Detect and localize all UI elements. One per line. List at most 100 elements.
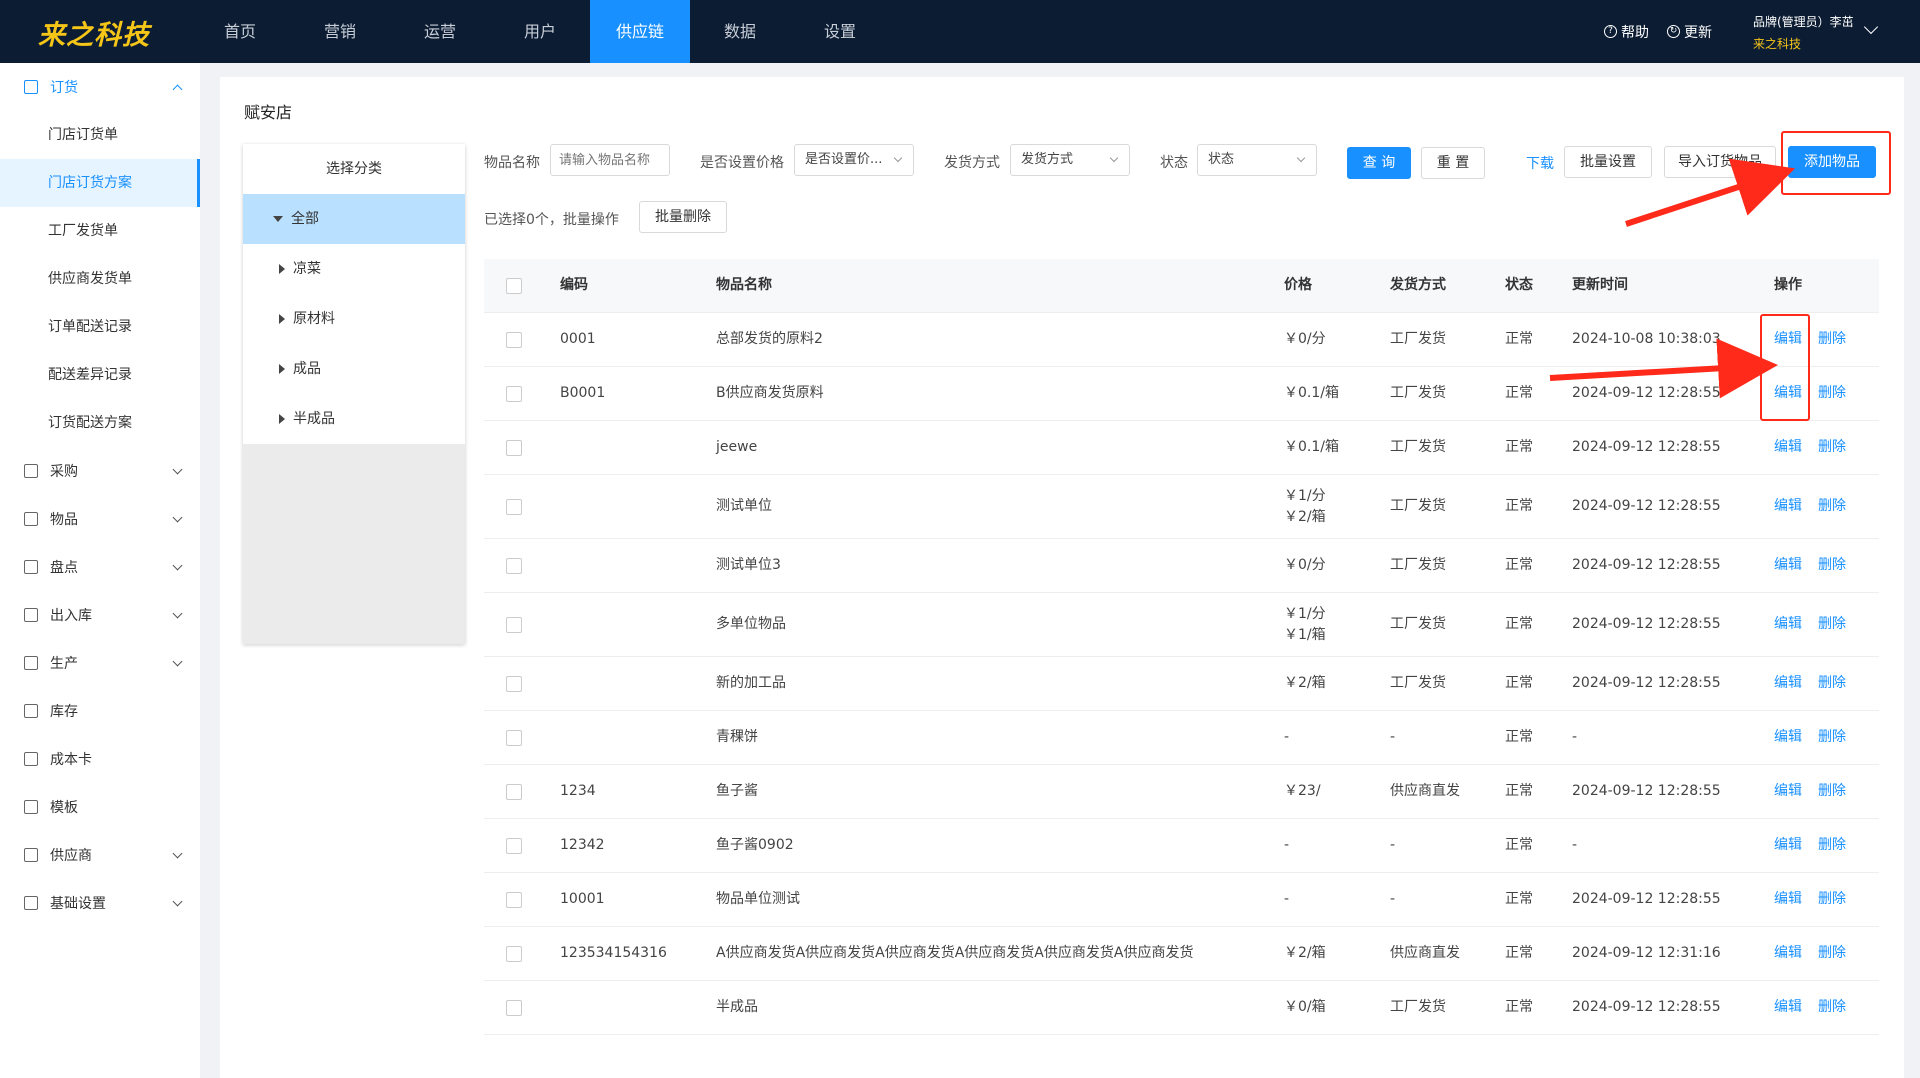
delete-link[interactable]: 删除 (1818, 383, 1846, 404)
sidebar-sub-supplier-shipment[interactable]: 供应商发货单 (0, 255, 200, 303)
edit-link[interactable]: 编辑 (1774, 555, 1802, 576)
batch-set-button[interactable]: 批量设置 (1564, 146, 1652, 178)
row-ops: 编辑 删除 (1774, 981, 1846, 1034)
price-set-select[interactable]: 是否设置价... (794, 144, 914, 176)
sidebar-sub-factory-shipment[interactable]: 工厂发货单 (0, 207, 200, 255)
import-items-button[interactable]: 导入订货物品 (1664, 146, 1776, 178)
table-row: 123534154316 A供应商发货A供应商发货A供应商发货A供应商发货A供应… (484, 927, 1879, 981)
edit-link[interactable]: 编辑 (1774, 383, 1802, 404)
row-checkbox[interactable] (506, 616, 522, 633)
sidebar-item-inventory-check[interactable]: 盘点 (0, 543, 200, 591)
batch-delete-button[interactable]: 批量删除 (639, 201, 727, 233)
sidebar-sub-store-order[interactable]: 门店订货单 (0, 111, 200, 159)
sidebar-item-cost-card[interactable]: 成本卡 (0, 735, 200, 783)
delete-link[interactable]: 删除 (1818, 329, 1846, 350)
row-checkbox[interactable] (506, 891, 522, 908)
user-menu[interactable]: 品牌(管理员）李茁 来之科技 (1753, 11, 1854, 55)
edit-link[interactable]: 编辑 (1774, 673, 1802, 694)
sidebar-item-goods[interactable]: 物品 (0, 495, 200, 543)
delete-link[interactable]: 删除 (1818, 727, 1846, 748)
chevron-down-icon (172, 464, 183, 475)
row-checkbox[interactable] (506, 945, 522, 962)
sidebar-item-order[interactable]: 订货 (0, 63, 200, 111)
chevron-down-icon[interactable] (1863, 19, 1879, 35)
production-icon (24, 656, 38, 670)
row-price: ￥0.1/箱 (1284, 439, 1339, 455)
sidebar-item-label: 模板 (50, 800, 78, 816)
update-button[interactable]: ↻ 更新 (1667, 22, 1712, 42)
status-select[interactable]: 状态 (1197, 144, 1317, 176)
ship-method-label: 发货方式 (944, 155, 1000, 171)
edit-link[interactable]: 编辑 (1774, 889, 1802, 910)
nav-marketing[interactable]: 营销 (290, 0, 390, 63)
row-name: 测试单位 (716, 498, 772, 514)
category-finished[interactable]: 成品 (243, 344, 465, 394)
edit-link[interactable]: 编辑 (1774, 614, 1802, 635)
brand-logo[interactable]: 来之科技 (38, 13, 150, 52)
add-item-button[interactable]: 添加物品 (1788, 146, 1876, 178)
ship-method-select[interactable]: 发货方式 (1010, 144, 1130, 176)
edit-link[interactable]: 编辑 (1774, 437, 1802, 458)
nav-supply-chain[interactable]: 供应链 (590, 0, 690, 63)
sidebar-sub-store-order-plan[interactable]: 门店订货方案 (0, 159, 200, 207)
category-raw-material[interactable]: 原材料 (243, 294, 465, 344)
sidebar-item-basic-settings[interactable]: 基础设置 (0, 879, 200, 927)
item-name-input[interactable] (550, 144, 670, 176)
delete-link[interactable]: 删除 (1818, 781, 1846, 802)
sidebar-item-stock[interactable]: 库存 (0, 687, 200, 735)
row-ship: - (1390, 729, 1396, 745)
edit-link[interactable]: 编辑 (1774, 997, 1802, 1018)
row-checkbox[interactable] (506, 837, 522, 854)
nav-users[interactable]: 用户 (490, 0, 590, 63)
row-checkbox[interactable] (506, 999, 522, 1016)
category-semi-finished[interactable]: 半成品 (243, 394, 465, 444)
category-title: 选择分类 (243, 144, 465, 194)
download-link[interactable]: 下载 (1526, 153, 1554, 173)
row-checkbox[interactable] (506, 675, 522, 692)
sidebar-sub-delivery-plan[interactable]: 订货配送方案 (0, 399, 200, 447)
nav-home[interactable]: 首页 (190, 0, 290, 63)
category-label: 原材料 (293, 311, 335, 327)
nav-operations[interactable]: 运营 (390, 0, 490, 63)
sidebar-sub-delivery-diff[interactable]: 配送差异记录 (0, 351, 200, 399)
sidebar-sub-delivery-record[interactable]: 订单配送记录 (0, 303, 200, 351)
delete-link[interactable]: 删除 (1818, 673, 1846, 694)
row-checkbox[interactable] (506, 331, 522, 348)
row-ops: 编辑 删除 (1774, 711, 1846, 764)
category-all[interactable]: 全部 (243, 194, 465, 244)
row-price: - (1284, 891, 1290, 907)
delete-link[interactable]: 删除 (1818, 835, 1846, 856)
delete-link[interactable]: 删除 (1818, 614, 1846, 635)
delete-link[interactable]: 删除 (1818, 997, 1846, 1018)
row-checkbox[interactable] (506, 783, 522, 800)
edit-link[interactable]: 编辑 (1774, 496, 1802, 517)
delete-link[interactable]: 删除 (1818, 437, 1846, 458)
edit-link[interactable]: 编辑 (1774, 329, 1802, 350)
edit-link[interactable]: 编辑 (1774, 943, 1802, 964)
edit-link[interactable]: 编辑 (1774, 727, 1802, 748)
row-checkbox[interactable] (506, 729, 522, 746)
delete-link[interactable]: 删除 (1818, 889, 1846, 910)
nav-settings[interactable]: 设置 (790, 0, 890, 63)
nav-data[interactable]: 数据 (690, 0, 790, 63)
help-button[interactable]: ? 帮助 (1604, 22, 1649, 42)
row-checkbox[interactable] (506, 439, 522, 456)
delete-link[interactable]: 删除 (1818, 496, 1846, 517)
edit-link[interactable]: 编辑 (1774, 781, 1802, 802)
sidebar-item-supplier[interactable]: 供应商 (0, 831, 200, 879)
edit-link[interactable]: 编辑 (1774, 835, 1802, 856)
sidebar-item-purchase[interactable]: 采购 (0, 447, 200, 495)
delete-link[interactable]: 删除 (1818, 555, 1846, 576)
category-cold-dish[interactable]: 凉菜 (243, 244, 465, 294)
sidebar-item-template[interactable]: 模板 (0, 783, 200, 831)
query-button[interactable]: 查 询 (1347, 147, 1411, 179)
row-checkbox[interactable] (506, 557, 522, 574)
row-checkbox[interactable] (506, 385, 522, 402)
select-all-checkbox[interactable] (506, 277, 522, 294)
ship-method-value: 发货方式 (1021, 152, 1074, 167)
row-checkbox[interactable] (506, 498, 522, 515)
reset-button[interactable]: 重 置 (1421, 147, 1485, 179)
sidebar-item-production[interactable]: 生产 (0, 639, 200, 687)
delete-link[interactable]: 删除 (1818, 943, 1846, 964)
sidebar-item-in-out[interactable]: 出入库 (0, 591, 200, 639)
